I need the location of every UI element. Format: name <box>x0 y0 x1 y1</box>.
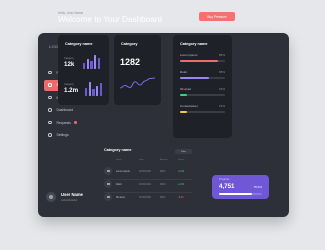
mini-bar-chart <box>85 82 102 96</box>
media-icon <box>48 95 52 100</box>
line-chart-card: Category 1282 <box>114 35 161 105</box>
table-row[interactable]: Dolor 00/00/0000 $000 +0.00 <box>104 180 192 190</box>
progress-fill <box>219 193 252 195</box>
row-change: +0.00 <box>178 182 185 186</box>
wallet-icon <box>104 193 112 201</box>
sidebar-item-requests[interactable]: Requests <box>44 117 88 128</box>
mini-bar <box>86 59 89 69</box>
row-change: +0.00 <box>178 169 185 173</box>
column-header: Status <box>178 159 185 161</box>
line-chart <box>119 77 156 89</box>
card-title: Category <box>121 42 138 46</box>
user-role: Administrator <box>61 198 78 202</box>
stat-label: Category <box>64 83 74 86</box>
progress-fill <box>180 111 187 113</box>
row-name: Dolor <box>116 182 122 186</box>
metric-percent: 65% <box>218 70 225 74</box>
table-header: Name Date Amount Status <box>104 159 192 164</box>
filter-button[interactable]: Filter <box>175 149 192 154</box>
buy-premium-button[interactable]: Buy Premium <box>199 12 235 21</box>
mini-bar <box>97 57 100 69</box>
mini-bar <box>96 85 99 96</box>
row-change: -0.00 <box>178 195 184 199</box>
column-header: Date <box>139 159 144 161</box>
metric-item: Sit amet 15% <box>180 87 225 96</box>
user-profile[interactable]: User Name Administrator <box>46 192 83 202</box>
progress-track <box>219 193 262 195</box>
sidebar-item-settings[interactable]: Settings <box>44 130 88 141</box>
metric-value: 1282 <box>120 57 141 67</box>
metric-percent: 85% <box>218 53 225 57</box>
progress-percent: 75.6% <box>253 185 262 189</box>
progress-track <box>180 111 225 113</box>
avatar <box>46 192 56 202</box>
card-title: Category name <box>65 42 93 46</box>
row-amount: $000 <box>160 195 166 199</box>
row-date: 00/00/0000 <box>139 169 151 173</box>
notification-dot <box>73 121 77 124</box>
progress-fill <box>180 77 210 79</box>
mini-bar <box>94 55 97 69</box>
progress-card: Progress 4,751 75.6% <box>212 175 269 199</box>
stats-card: Category name Category 12k Category 1.2m <box>58 35 109 105</box>
sidebar-item-dashboard[interactable]: Dashboard <box>44 105 88 116</box>
metric-item: Consectetuer 15% <box>180 104 225 113</box>
row-name: Sit amet <box>116 195 125 199</box>
progress-track <box>180 60 225 62</box>
row-date: 00/00/0000 <box>139 195 151 199</box>
column-header: Amount <box>160 159 168 161</box>
card-title: Category name <box>180 42 208 46</box>
table-row[interactable]: Lorem ipsum 00/00/0000 $000 +0.00 <box>104 167 192 177</box>
row-amount: $000 <box>160 169 166 173</box>
mini-bar <box>92 89 95 96</box>
progress-track <box>180 94 225 96</box>
metric-label: Lorem ipsum <box>180 53 198 57</box>
metric-label: Consectetuer <box>180 104 198 108</box>
metric-percent: 15% <box>218 104 225 108</box>
row-date: 00/00/0000 <box>139 182 151 186</box>
sidebar-item-label: Requests <box>56 120 71 125</box>
column-header: Name <box>116 159 122 161</box>
dashboard-icon <box>48 108 52 112</box>
wallet-icon <box>104 180 112 188</box>
requests-icon <box>48 120 52 125</box>
progress-value: 4,751 <box>219 183 235 190</box>
progress-fill <box>180 94 187 96</box>
mini-bar <box>83 63 86 69</box>
table-title: Category name <box>104 148 132 152</box>
row-amount: $000 <box>160 182 166 186</box>
mini-bar <box>88 82 91 96</box>
wallet-icon <box>104 167 112 175</box>
stat-value: 1.2m <box>64 87 79 94</box>
mini-bar <box>90 61 93 69</box>
progress-label: Progress <box>219 178 230 181</box>
project-icon <box>48 70 52 75</box>
mini-bar <box>85 87 88 96</box>
metric-item: Lorem ipsum 85% <box>180 53 225 62</box>
progress-track <box>180 77 225 79</box>
chart-icon <box>48 83 52 87</box>
settings-icon <box>48 133 52 137</box>
page-title: Welcome to Your Dashboard <box>58 15 163 24</box>
series-line <box>119 77 156 89</box>
sidebar-item-label: Dashboard <box>56 108 74 112</box>
progress-fill <box>180 60 219 62</box>
sidebar-item-label: Settings <box>56 133 69 137</box>
metric-item: Dolor 65% <box>180 70 225 79</box>
table-row[interactable]: Sit amet 00/00/0000 $000 -0.00 <box>104 193 192 203</box>
metric-percent: 15% <box>218 87 225 91</box>
row-name: Lorem ipsum <box>116 169 130 173</box>
metrics-card: Category name Lorem ipsum 85% Dolor 65% Si… <box>173 35 232 138</box>
stat-value: 12k <box>64 61 75 68</box>
mini-bar-chart <box>83 55 100 69</box>
stat-label: Category <box>64 57 74 60</box>
metric-label: Sit amet <box>180 87 192 91</box>
mini-bar <box>99 83 102 96</box>
user-name: User Name <box>61 192 83 197</box>
metric-label: Dolor <box>180 70 188 74</box>
